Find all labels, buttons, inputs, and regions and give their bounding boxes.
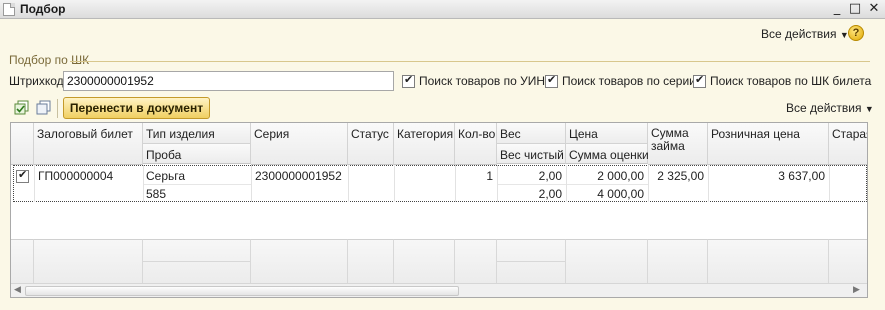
cell-series: 2300000001952 bbox=[255, 169, 342, 183]
cell-divider bbox=[143, 165, 144, 202]
footer-cell bbox=[34, 239, 143, 283]
minimize-button[interactable]: _ bbox=[829, 1, 845, 17]
group-divider bbox=[70, 61, 870, 62]
column-header-old[interactable]: Старая bbox=[829, 123, 867, 165]
selection-table[interactable]: Залоговый билет Тип изделия Проба Серия … bbox=[10, 122, 868, 298]
header-label: Кол-во bbox=[458, 127, 496, 141]
cell-net-weight: 2,00 bbox=[538, 187, 562, 201]
window-title: Подбор bbox=[20, 2, 66, 16]
checkbox[interactable] bbox=[402, 73, 415, 88]
column-header-probe[interactable]: Проба bbox=[143, 143, 251, 164]
footer-cell bbox=[455, 239, 497, 283]
cell-divider bbox=[348, 165, 349, 202]
cell-divider bbox=[829, 165, 830, 202]
cell-weight: 2,00 bbox=[538, 169, 562, 183]
column-header-loan-sum[interactable]: Сумма займа bbox=[648, 123, 708, 165]
column-header-qty[interactable]: Кол-во bbox=[455, 123, 497, 165]
header-label: Розничная цена bbox=[711, 127, 800, 141]
row-checkbox[interactable] bbox=[16, 168, 29, 183]
column-header-item-type[interactable]: Тип изделия bbox=[143, 123, 251, 144]
cell-ticket: ГП000000004 bbox=[38, 169, 114, 183]
footer-cell bbox=[394, 239, 455, 283]
column-header-category[interactable]: Категория bbox=[394, 123, 455, 165]
header-label: Старая bbox=[832, 127, 867, 141]
footer-cell bbox=[11, 239, 34, 283]
option-search-ticket-barcode[interactable]: Поиск товаров по ШК билета bbox=[693, 73, 872, 88]
barcode-label: Штрихкод: bbox=[9, 74, 68, 88]
row-divider bbox=[143, 184, 251, 185]
column-header-check[interactable] bbox=[11, 123, 34, 165]
checkbox[interactable] bbox=[693, 73, 706, 88]
header-label: Вес чистый bbox=[500, 148, 564, 162]
header-label: Залоговый билет bbox=[37, 127, 133, 141]
row-divider bbox=[497, 184, 648, 185]
transfer-to-document-button[interactable]: Перенести в документ bbox=[63, 97, 210, 119]
header-label: Сумма займа bbox=[651, 126, 689, 153]
footer-cell bbox=[708, 239, 829, 283]
option-search-uin[interactable]: Поиск товаров по УИН bbox=[402, 73, 546, 88]
scrollbar-thumb[interactable] bbox=[25, 286, 459, 296]
cell-divider bbox=[394, 165, 395, 202]
scroll-left-icon[interactable]: ◀ bbox=[14, 285, 21, 295]
all-actions-menu-top[interactable]: Все действия ▼ bbox=[761, 27, 849, 41]
header-label: Статус bbox=[351, 127, 389, 141]
column-header-valuation[interactable]: Сумма оценки bbox=[566, 143, 649, 164]
header-label: Цена bbox=[569, 127, 598, 141]
scroll-right-icon[interactable]: ▶ bbox=[853, 285, 860, 295]
uncheck-all-icon[interactable] bbox=[36, 100, 52, 116]
document-icon bbox=[3, 3, 15, 16]
close-button[interactable]: ✕ bbox=[866, 1, 882, 17]
option-label: Поиск товаров по ШК билета bbox=[710, 74, 872, 88]
group-title: Подбор по ШК bbox=[9, 53, 90, 67]
column-header-retail-price[interactable]: Розничная цена bbox=[708, 123, 829, 165]
column-header-net-weight[interactable]: Вес чистый bbox=[497, 143, 566, 164]
header-label: Серия bbox=[254, 127, 290, 141]
header-label: Сумма оценки bbox=[569, 148, 649, 162]
check-all-icon[interactable] bbox=[14, 100, 30, 116]
footer-cell bbox=[566, 239, 648, 283]
dropdown-arrow-icon: ▼ bbox=[864, 104, 874, 114]
cell-divider bbox=[251, 165, 252, 202]
column-header-series[interactable]: Серия bbox=[251, 123, 348, 165]
cell-probe: 585 bbox=[146, 187, 167, 201]
title-bar: Подбор _ □ ✕ bbox=[0, 0, 885, 19]
barcode-input[interactable] bbox=[63, 71, 394, 91]
cell-item-type: Серьга bbox=[146, 169, 186, 183]
option-label: Поиск товаров по серии bbox=[562, 74, 696, 88]
column-header-price[interactable]: Цена bbox=[566, 123, 648, 144]
option-search-series[interactable]: Поиск товаров по серии bbox=[545, 73, 696, 88]
header-label: Категория bbox=[397, 127, 454, 141]
all-actions-label: Все действия bbox=[786, 101, 862, 115]
footer-cell bbox=[648, 239, 708, 283]
cell-price: 2 000,00 bbox=[597, 169, 644, 183]
all-actions-label: Все действия bbox=[761, 27, 837, 41]
cell-qty: 1 bbox=[486, 169, 493, 183]
column-header-status[interactable]: Статус bbox=[348, 123, 394, 165]
cell-divider bbox=[34, 165, 35, 202]
column-header-weight[interactable]: Вес bbox=[497, 123, 566, 144]
option-label: Поиск товаров по УИН bbox=[419, 74, 546, 88]
checkbox[interactable] bbox=[545, 73, 558, 88]
toolbar-separator bbox=[57, 99, 58, 118]
footer-divider bbox=[143, 261, 251, 262]
column-header-ticket[interactable]: Залоговый билет bbox=[34, 123, 143, 165]
cell-valuation: 4 000,00 bbox=[597, 187, 644, 201]
maximize-button[interactable]: □ bbox=[847, 1, 863, 17]
cell-loan-sum: 2 325,00 bbox=[657, 169, 704, 183]
header-label: Проба bbox=[146, 148, 182, 162]
footer-cell bbox=[251, 239, 348, 283]
footer-cell bbox=[829, 239, 867, 283]
cell-retail-price: 3 637,00 bbox=[778, 169, 825, 183]
footer-cell bbox=[348, 239, 394, 283]
header-label: Тип изделия bbox=[146, 127, 215, 141]
header-label: Вес bbox=[500, 127, 521, 141]
horizontal-scrollbar[interactable]: ◀ ▶ bbox=[11, 283, 867, 297]
help-icon[interactable]: ? bbox=[848, 25, 864, 41]
all-actions-menu-table[interactable]: Все действия ▼ bbox=[786, 101, 874, 115]
